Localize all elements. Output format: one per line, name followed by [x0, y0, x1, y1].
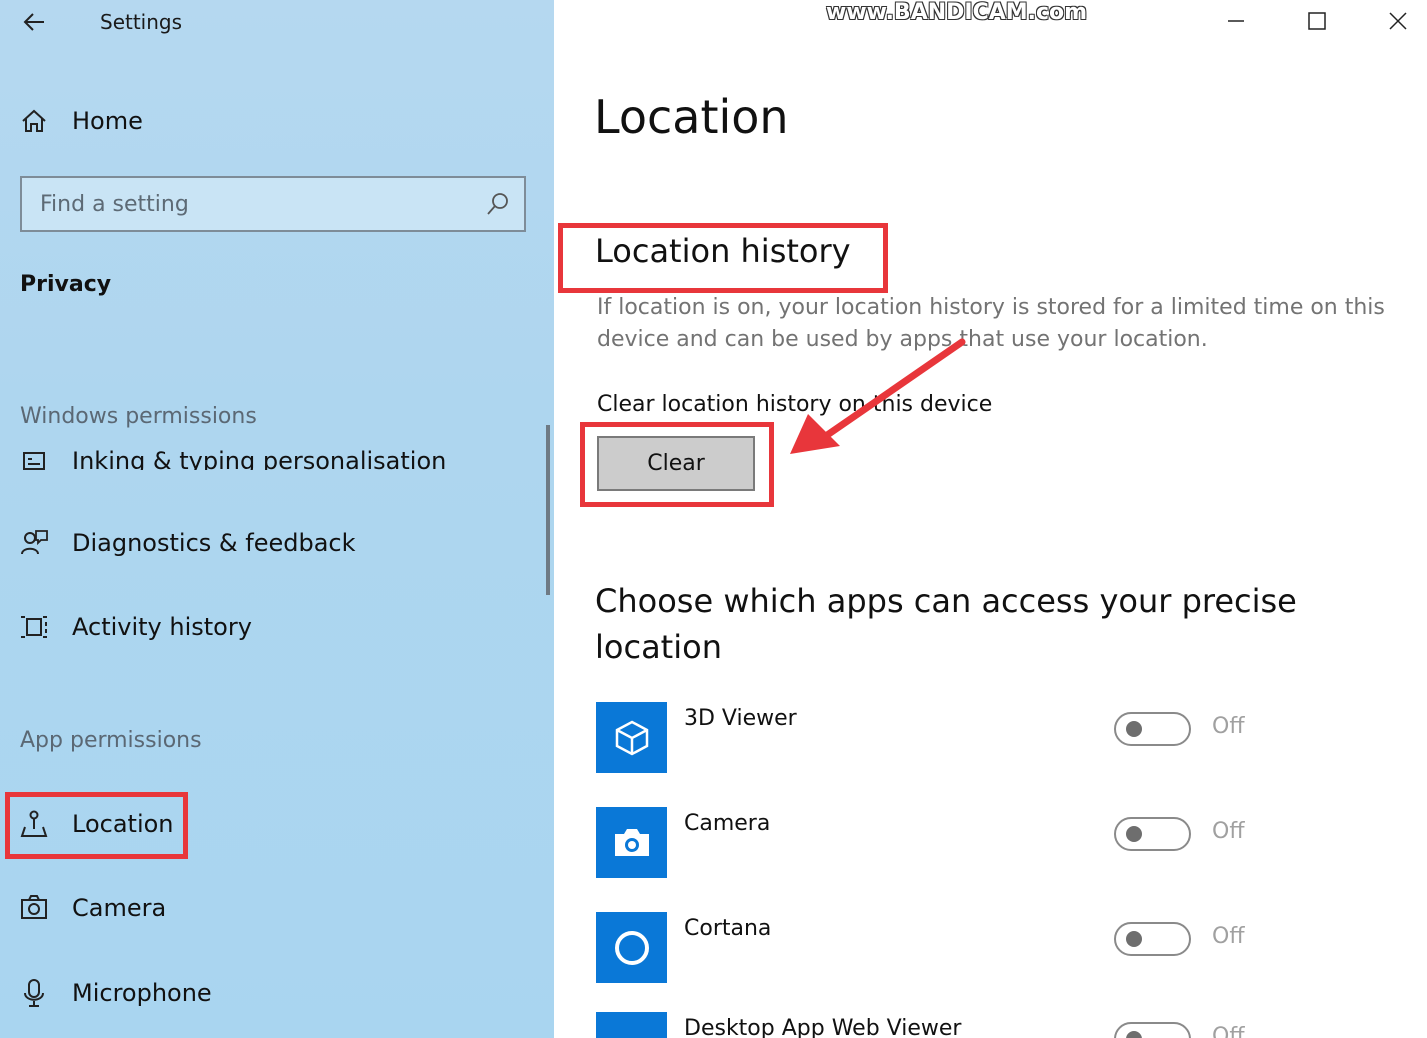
back-button[interactable] — [18, 6, 54, 38]
app-row-camera: Camera Off — [596, 807, 1276, 879]
minimize-icon — [1228, 20, 1244, 22]
minimize-button[interactable] — [1216, 6, 1256, 36]
section-title: Privacy — [20, 272, 112, 297]
back-arrow-icon — [23, 13, 44, 31]
search-box[interactable] — [20, 176, 526, 232]
sidebar-item-diagnostics[interactable]: Diagnostics & feedback — [18, 520, 356, 566]
app-name: Camera — [684, 811, 771, 836]
toggle-state: Off — [1212, 1024, 1245, 1038]
clear-history-label: Clear location history on this device — [597, 392, 993, 417]
app-toggle-camera[interactable] — [1114, 817, 1191, 851]
toggle-state: Off — [1212, 819, 1245, 844]
toggle-state: Off — [1212, 714, 1245, 739]
app-row-desktop-web-viewer: Desktop App Web Viewer Off — [596, 1012, 1276, 1038]
maximize-button[interactable] — [1297, 6, 1337, 36]
sidebar-item-camera[interactable]: Camera — [18, 885, 166, 931]
app-name: 3D Viewer — [684, 706, 797, 731]
toggle-state: Off — [1212, 924, 1245, 949]
recording-watermark: www.BANDICAM.com — [826, 0, 1088, 25]
activity-icon — [18, 611, 50, 643]
app-name: Cortana — [684, 916, 772, 941]
sidebar-item-label: Activity history — [72, 613, 252, 641]
app-toggle-desktop-web-viewer[interactable] — [1114, 1022, 1191, 1038]
heading-highlight-box — [558, 223, 888, 293]
windows-permissions-label: Windows permissions — [20, 404, 257, 429]
camera-icon — [18, 892, 50, 924]
sidebar-item-inking[interactable]: Inking & typing personalisation — [18, 442, 446, 470]
location-history-description: If location is on, your location history… — [597, 295, 1385, 352]
toggle-knob — [1126, 1031, 1142, 1038]
app-toggle-cortana[interactable] — [1114, 922, 1191, 956]
clear-highlight-box — [580, 422, 774, 507]
sidebar: Settings Home Privacy Windows permission… — [0, 0, 554, 1038]
app-row-cortana: Cortana Off — [596, 912, 1276, 984]
inking-row-clip: Inking & typing personalisation — [0, 442, 554, 470]
close-button[interactable] — [1378, 6, 1418, 36]
sidebar-item-label: Microphone — [72, 979, 212, 1007]
maximize-icon — [1308, 12, 1326, 30]
toggle-knob — [1126, 931, 1142, 947]
page-title: Location — [594, 90, 789, 144]
camera-app-icon — [596, 807, 667, 878]
sidebar-item-activity-history[interactable]: Activity history — [18, 604, 252, 650]
sidebar-item-label: Home — [72, 107, 143, 135]
sidebar-item-home[interactable]: Home — [18, 98, 143, 144]
app-row-3d-viewer: 3D Viewer Off — [596, 702, 1276, 774]
main-pane — [554, 0, 1427, 1038]
toggle-knob — [1126, 721, 1142, 737]
location-highlight-box — [5, 792, 188, 859]
app-title: Settings — [100, 10, 183, 34]
cube-icon — [596, 702, 667, 773]
sidebar-scrollbar[interactable] — [546, 425, 550, 595]
sidebar-item-microphone[interactable]: Microphone — [18, 970, 212, 1016]
home-icon — [18, 105, 50, 137]
search-icon[interactable] — [484, 190, 512, 218]
app-permissions-label: App permissions — [20, 728, 202, 753]
precise-location-heading: Choose which apps can access your precis… — [595, 582, 1297, 666]
microphone-icon — [18, 977, 50, 1009]
diagnostics-icon — [18, 527, 50, 559]
search-input[interactable] — [22, 178, 462, 230]
close-icon — [1389, 12, 1407, 30]
sidebar-item-label: Diagnostics & feedback — [72, 529, 356, 557]
cortana-icon — [596, 912, 667, 983]
inking-icon — [18, 445, 50, 470]
app-name: Desktop App Web Viewer — [684, 1016, 962, 1038]
app-toggle-3d-viewer[interactable] — [1114, 712, 1191, 746]
sidebar-item-label: Camera — [72, 894, 167, 922]
toggle-knob — [1126, 826, 1142, 842]
app-row-clip: Desktop App Web Viewer Off — [596, 1012, 1296, 1038]
web-viewer-icon — [596, 1012, 667, 1038]
sidebar-item-label: Inking & typing personalisation — [72, 447, 447, 470]
